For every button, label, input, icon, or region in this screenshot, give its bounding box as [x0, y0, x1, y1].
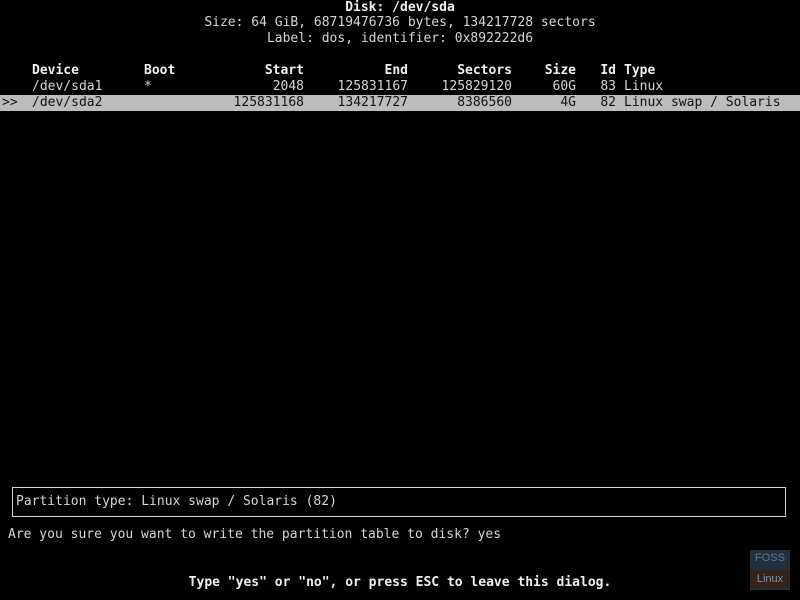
- column-header-end: End: [384, 63, 408, 78]
- partition-row-selected[interactable]: >> /dev/sda2 125831168 134217727 8386560…: [0, 95, 800, 111]
- disk-title: Disk: /dev/sda: [345, 0, 455, 15]
- selection-marker: >>: [2, 95, 18, 110]
- partition-end: 134217727: [337, 95, 408, 110]
- write-confirmation-prompt[interactable]: Are you sure you want to write the parti…: [8, 527, 501, 543]
- partition-info-box: Partition type: Linux swap / Solaris (82…: [12, 487, 786, 517]
- watermark-top-text: FOSS: [755, 552, 785, 564]
- partition-size: 60G: [552, 79, 576, 94]
- column-header-id: Id: [600, 63, 616, 78]
- partition-end: 125831167: [337, 79, 408, 94]
- disk-size-info: Size: 64 GiB, 68719476736 bytes, 1342177…: [204, 15, 596, 30]
- column-header-sectors: Sectors: [457, 63, 512, 78]
- partition-table-header: Device Boot Start End Sectors Size Id Ty…: [0, 63, 800, 79]
- column-header-type: Type: [624, 63, 656, 78]
- partition-id: 82: [600, 95, 616, 110]
- partition-start: 125831168: [233, 95, 304, 110]
- column-header-boot: Boot: [144, 63, 176, 78]
- column-header-device: Device: [32, 63, 79, 78]
- disk-label-info: Label: dos, identifier: 0x892222d6: [266, 31, 534, 46]
- partition-sectors: 8386560: [457, 95, 512, 110]
- partition-device: /dev/sda2: [32, 95, 103, 110]
- partition-device: /dev/sda1: [32, 79, 103, 94]
- fosslinux-watermark-logo: FOSS Linux: [750, 550, 790, 590]
- partition-boot-flag: *: [144, 79, 152, 94]
- dialog-hint: Type "yes" or "no", or press ESC to leav…: [188, 575, 612, 590]
- watermark-bottom-text: Linux: [750, 570, 790, 588]
- partition-type: Linux swap / Solaris: [624, 95, 781, 110]
- partition-id: 83: [600, 79, 616, 94]
- partition-sectors: 125829120: [441, 79, 512, 94]
- partition-type: Linux: [624, 79, 664, 94]
- column-header-start: Start: [264, 63, 304, 78]
- column-header-size: Size: [544, 63, 576, 78]
- partition-size: 4G: [560, 95, 576, 110]
- partition-info-text: Partition type: Linux swap / Solaris (82…: [16, 494, 337, 509]
- partition-row[interactable]: /dev/sda1 * 2048 125831167 125829120 60G…: [0, 79, 800, 95]
- partition-start: 2048: [272, 79, 304, 94]
